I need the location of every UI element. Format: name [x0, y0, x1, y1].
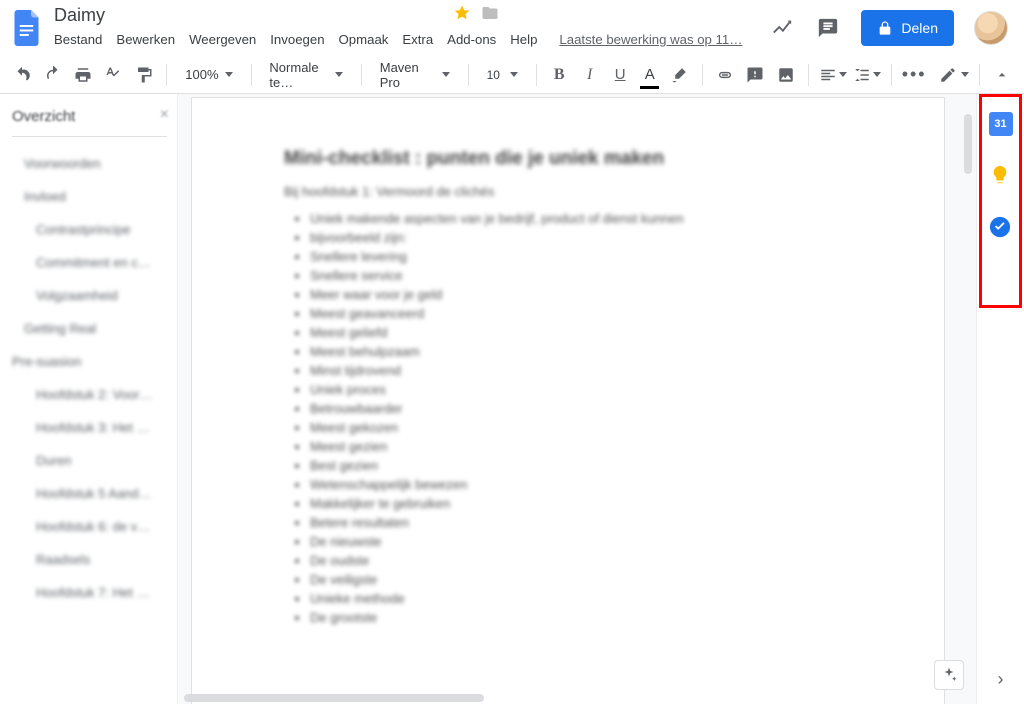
- doc-bullet: Snellere levering: [310, 247, 868, 266]
- doc-bullet: Makkelijker te gebruiken: [310, 494, 868, 513]
- outline-item[interactable]: Getting Real: [12, 312, 167, 345]
- insert-link-icon[interactable]: [713, 61, 737, 89]
- outline-item[interactable]: Hoofdstuk 7: Het …: [12, 576, 167, 609]
- outline-item[interactable]: Hoofdstuk 5 Aand…: [12, 477, 167, 510]
- last-edit-link[interactable]: Laatste bewerking was op 11…: [559, 32, 742, 47]
- outline-title: Overzicht: [12, 108, 75, 125]
- font-size-select[interactable]: 10: [479, 61, 526, 89]
- outline-item[interactable]: Raadsels: [12, 543, 167, 576]
- document-page[interactable]: Mini-checklist : punten die je uniek mak…: [192, 98, 944, 704]
- outline-item[interactable]: Duren: [12, 444, 167, 477]
- menu-addons[interactable]: Add-ons: [447, 32, 496, 47]
- doc-bullet: De veiligste: [310, 570, 868, 589]
- line-spacing-icon[interactable]: [853, 61, 881, 89]
- doc-bullet: Meest gekozen: [310, 418, 868, 437]
- doc-headline: Mini-checklist : punten die je uniek mak…: [284, 148, 868, 170]
- doc-bullet: Meest gezien: [310, 437, 868, 456]
- toolbar: 100% Normale te… Maven Pro 10 B I U A ••…: [0, 56, 1024, 94]
- menu-bar: Bestand Bewerken Weergeven Invoegen Opma…: [54, 26, 742, 47]
- doc-bullet: Snellere service: [310, 266, 868, 285]
- doc-bullet-list: Uniek makende aspecten van je bedrijf, p…: [284, 209, 868, 627]
- docs-logo[interactable]: [8, 8, 48, 48]
- doc-bullet: Best gezien: [310, 456, 868, 475]
- collapse-toolbar-icon[interactable]: [989, 61, 1013, 89]
- outline-item[interactable]: Hoofdstuk 6: de v…: [12, 510, 167, 543]
- vertical-scrollbar[interactable]: [964, 114, 972, 174]
- spellcheck-icon[interactable]: [101, 61, 125, 89]
- menu-bestand[interactable]: Bestand: [54, 32, 102, 47]
- insert-image-icon[interactable]: [773, 61, 797, 89]
- doc-bullet: Betere resultaten: [310, 513, 868, 532]
- font-select[interactable]: Maven Pro: [372, 61, 458, 89]
- highlight-color-icon[interactable]: [667, 61, 691, 89]
- outline-item[interactable]: Commitment en c…: [12, 246, 167, 279]
- doc-bullet: Meest geliefd: [310, 323, 868, 342]
- paint-format-icon[interactable]: [132, 61, 156, 89]
- explore-button[interactable]: [934, 660, 964, 690]
- comments-icon[interactable]: [815, 15, 841, 41]
- menu-weergeven[interactable]: Weergeven: [189, 32, 256, 47]
- document-surface[interactable]: Mini-checklist : punten die je uniek mak…: [178, 94, 976, 704]
- doc-bullet: Betrouwbaarder: [310, 399, 868, 418]
- outline-item[interactable]: Invloed: [12, 180, 167, 213]
- outline-item[interactable]: Contrastprincipe: [12, 213, 167, 246]
- doc-bullet: Meest geavanceerd: [310, 304, 868, 323]
- avatar[interactable]: [974, 11, 1008, 45]
- outline-list: VoorwoordenInvloedContrastprincipeCommit…: [12, 147, 167, 609]
- doc-bullet: De nieuwste: [310, 532, 868, 551]
- insert-comment-icon[interactable]: [743, 61, 767, 89]
- star-icon[interactable]: [453, 4, 471, 27]
- doc-bullet: De oudste: [310, 551, 868, 570]
- doc-bullet: Minst tijdrovend: [310, 361, 868, 380]
- folder-icon[interactable]: [481, 4, 499, 27]
- editing-mode-select[interactable]: [939, 66, 969, 84]
- doc-bullet: Uniek makende aspecten van je bedrijf, p…: [310, 209, 868, 228]
- outline-item[interactable]: Hoofdstuk 2: Voor…: [12, 378, 167, 411]
- align-icon[interactable]: [819, 61, 847, 89]
- outline-item[interactable]: Volgzaamheid: [12, 279, 167, 312]
- doc-bullet: Uniek proces: [310, 380, 868, 399]
- text-color-icon[interactable]: A: [638, 61, 661, 89]
- doc-bullet: Meer waar voor je geld: [310, 285, 868, 304]
- more-icon[interactable]: •••: [902, 61, 927, 89]
- doc-bullet: Meest behulpzaam: [310, 342, 868, 361]
- keep-icon[interactable]: [989, 164, 1013, 188]
- outline-item[interactable]: Pre-suasion: [12, 345, 167, 378]
- bold-icon[interactable]: B: [547, 61, 571, 89]
- paragraph-style-select[interactable]: Normale te…: [261, 61, 350, 89]
- underline-icon[interactable]: U: [608, 61, 632, 89]
- horizontal-scrollbar[interactable]: [184, 694, 484, 702]
- share-button[interactable]: Delen: [861, 10, 954, 46]
- close-outline-icon[interactable]: ×: [160, 106, 169, 124]
- title-bar: Daimy Bestand Bewerken Weergeven Invoege…: [0, 0, 1024, 56]
- outline-panel: Overzicht × VoorwoordenInvloedContrastpr…: [0, 94, 178, 704]
- menu-invoegen[interactable]: Invoegen: [270, 32, 324, 47]
- italic-icon[interactable]: I: [577, 61, 601, 89]
- tasks-icon[interactable]: [989, 216, 1013, 240]
- outline-item[interactable]: Hoofdstuk 3: Het …: [12, 411, 167, 444]
- share-label: Delen: [901, 20, 938, 36]
- doc-bullet: Unieke methode: [310, 589, 868, 608]
- menu-bewerken[interactable]: Bewerken: [116, 32, 175, 47]
- redo-icon[interactable]: [40, 61, 64, 89]
- outline-item[interactable]: Voorwoorden: [12, 147, 167, 180]
- undo-icon[interactable]: [10, 61, 34, 89]
- calendar-icon[interactable]: 31: [989, 112, 1013, 136]
- zoom-select[interactable]: 100%: [177, 61, 240, 89]
- side-panel: 31 ›: [976, 94, 1024, 704]
- menu-opmaak[interactable]: Opmaak: [339, 32, 389, 47]
- doc-bullet: Wetenschappelijk bewezen: [310, 475, 868, 494]
- side-panel-expand-icon[interactable]: ›: [998, 669, 1004, 690]
- print-icon[interactable]: [71, 61, 95, 89]
- doc-bullet: bijvoorbeeld zijn:: [310, 228, 868, 247]
- doc-bullet: De grootste: [310, 608, 868, 627]
- menu-extra[interactable]: Extra: [402, 32, 433, 47]
- activity-icon[interactable]: [769, 15, 795, 41]
- menu-help[interactable]: Help: [510, 32, 537, 47]
- doc-title[interactable]: Daimy: [54, 5, 105, 26]
- doc-subline: Bij hoofdstuk 1: Vermoord de clichés: [284, 184, 868, 199]
